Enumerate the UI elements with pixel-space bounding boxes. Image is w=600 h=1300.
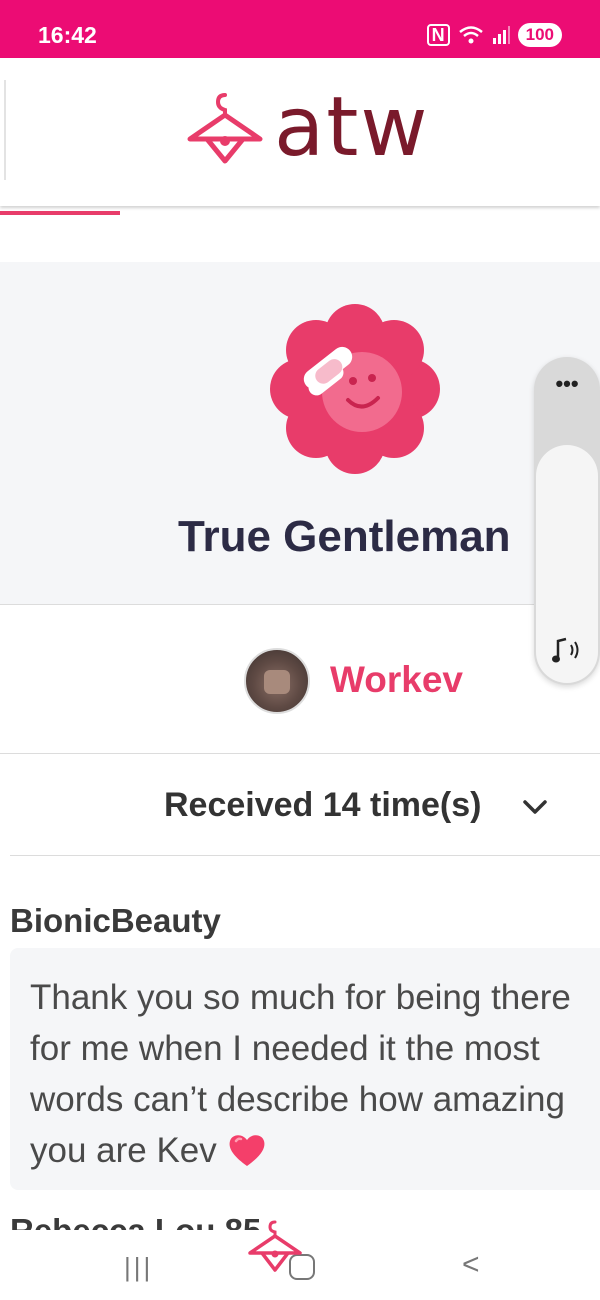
badge-title: True Gentleman (178, 512, 511, 561)
volume-panel[interactable]: ••• (534, 357, 600, 685)
app-header: atw (0, 58, 600, 206)
next-message-author[interactable]: Rebecca Lou 85 (10, 1212, 261, 1230)
heart-icon (229, 1135, 264, 1166)
message-body: Thank you so much for being there for me… (30, 978, 571, 1170)
tab-indicator (0, 211, 120, 215)
status-bar: 16:42 N 100 (0, 0, 600, 58)
saluting-flower-icon (270, 304, 440, 474)
recent-apps-button[interactable]: ||| (124, 1252, 153, 1283)
hanger-logo-icon (187, 93, 263, 164)
chevron-down-icon[interactable] (522, 794, 548, 820)
battery-level: 100 (517, 23, 562, 47)
giver-name-link[interactable]: Workev (330, 659, 463, 701)
atw-logo[interactable]: atw (182, 80, 430, 175)
signal-icon (492, 26, 510, 44)
wifi-icon (458, 26, 483, 44)
nfc-icon: N (426, 24, 450, 46)
giver-row[interactable]: Workev (0, 605, 600, 754)
header-divider (4, 80, 6, 180)
message-author[interactable]: BionicBeauty (10, 902, 221, 940)
received-count-label[interactable]: Received 14 time(s) (164, 786, 482, 825)
status-icons: N 100 (426, 22, 562, 48)
status-time: 16:42 (38, 22, 97, 48)
badge-card: True Gentleman (0, 262, 600, 605)
more-dots-icon[interactable]: ••• (534, 373, 600, 395)
music-note-icon[interactable] (550, 633, 584, 667)
logo-text: atw (274, 80, 430, 175)
back-button[interactable]: < (462, 1248, 480, 1282)
hanger-floating-icon[interactable] (246, 1218, 304, 1276)
message-bubble: Thank you so much for being there for me… (10, 948, 600, 1190)
divider (10, 855, 600, 856)
avatar[interactable] (244, 648, 310, 714)
message-text: Thank you so much for being there for me… (30, 972, 600, 1176)
received-dropdown[interactable]: Received 14 time(s) (0, 754, 600, 856)
